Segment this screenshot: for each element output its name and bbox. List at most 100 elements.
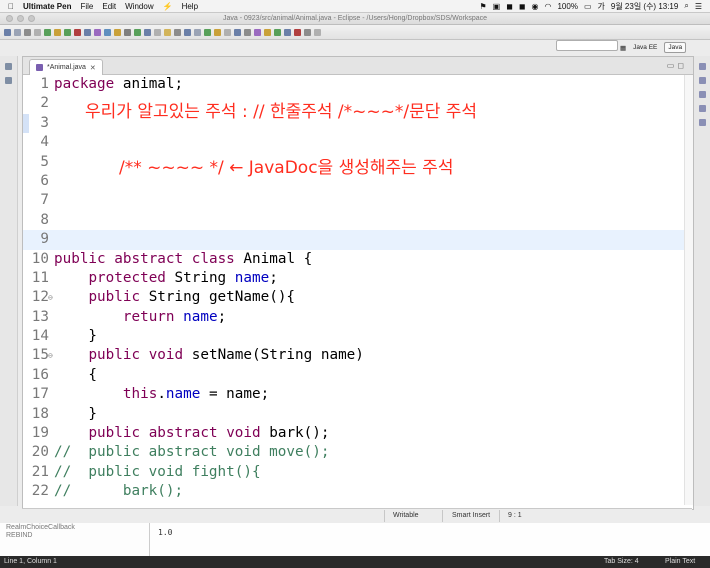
toolbar-button-icon[interactable] [184,28,191,36]
toolbar-button-icon[interactable] [214,28,221,36]
code-line[interactable]: 22 // bark(); [23,482,685,501]
minimize-window-button[interactable] [17,15,24,22]
window-controls [6,15,35,22]
toolbar-button-icon[interactable] [194,28,201,36]
toolbar-button-icon[interactable] [284,28,291,36]
code-line[interactable]: 21 // public void fight(){ [23,463,685,482]
vertical-scrollbar[interactable] [684,75,693,505]
menu-window[interactable]: Window [125,2,153,11]
code-line[interactable]: 1 package animal; [23,75,685,94]
code-line[interactable]: 7 [23,191,685,210]
toolbar-button-icon[interactable] [234,28,241,36]
minimize-icon[interactable]: ▭ [667,61,678,70]
code-line[interactable]: 15 ⊖ public void setName(String name) [23,346,685,365]
code-line[interactable]: 17 this.name = name; [23,385,685,404]
toolbar-button-icon[interactable] [294,28,301,36]
toolbar-button-icon[interactable] [144,28,151,36]
toolbar-button-icon[interactable] [154,28,161,36]
code-line[interactable]: 8 [23,211,685,230]
toolbar-button-icon[interactable] [244,28,251,36]
code-line[interactable]: 16 { [23,366,685,385]
code-line[interactable]: 19 public abstract void bark(); [23,424,685,443]
status-icon[interactable]: ▣ [493,2,501,11]
toolbar-button-icon[interactable] [134,28,141,36]
fold-toggle-icon[interactable]: ⊖ [48,346,53,365]
code-line[interactable]: 9 [23,230,685,250]
code-line[interactable]: 10 public abstract class Animal { [23,250,685,269]
package-explorer-icon[interactable] [5,63,12,70]
menu-help[interactable]: Help [182,2,198,11]
menu-clock[interactable]: 9월 23일 (수) 13:19 [611,1,678,12]
menu-file[interactable]: File [80,2,93,11]
input-source-icon[interactable]: 가 [598,1,605,12]
outline-icon[interactable] [698,63,706,70]
problems-icon[interactable] [698,91,706,98]
status-icon[interactable]: ◼ [519,2,526,11]
toolbar-button-icon[interactable] [64,28,71,36]
toolbar-button-icon[interactable] [94,28,101,36]
line-number: 10 [31,250,49,267]
console-icon[interactable] [698,105,706,112]
tab-size-indicator[interactable]: Tab Size: 4 [604,558,639,565]
open-perspective-icon[interactable]: ▦ [620,44,626,52]
background-statusbar: Line 1, Column 1 Tab Size: 4 Plain Text [0,556,710,568]
code-area[interactable]: 1 package animal; 2 3 4 5 6 7 8 9 10 public abstrac… [23,75,685,505]
code-line[interactable]: 12 ⊖ public String getName(){ [23,288,685,307]
quick-access-input[interactable] [556,40,618,51]
fold-toggle-icon[interactable]: ⊖ [48,288,53,307]
toolbar-button-icon[interactable] [4,28,11,36]
toolbar-button-icon[interactable] [114,28,121,36]
perspective-java[interactable]: Java [664,42,687,53]
battery-icon[interactable]: ▭ [584,2,592,11]
toolbar-button-icon[interactable] [124,28,131,36]
status-icon[interactable]: ◼ [506,2,513,11]
code-line[interactable]: 14 } [23,327,685,346]
search-icon[interactable]: ⌕ [684,1,688,11]
toolbar-button-icon[interactable] [34,28,41,36]
apple-icon[interactable]:  [8,2,14,11]
wifi-icon[interactable]: ◠ [545,2,552,11]
toolbar-button-icon[interactable] [14,28,21,36]
close-tab-icon[interactable]: ✕ [90,64,96,72]
maximize-icon[interactable]: ◻ [677,61,687,70]
toolbar-button-icon[interactable] [304,28,311,36]
status-insert-mode[interactable]: Smart Insert [452,512,490,519]
toolbar-button-icon[interactable] [164,28,171,36]
code-line[interactable]: 18 } [23,405,685,424]
toolbar-button-icon[interactable] [274,28,281,36]
status-icon[interactable]: ⚑ [480,2,487,11]
zoom-window-button[interactable] [28,15,35,22]
tab-animal-java[interactable]: *Animal.java ✕ [29,59,103,75]
java-file-icon [36,64,43,71]
toolbar-button-icon[interactable] [104,28,111,36]
toolbar-button-icon[interactable] [84,28,91,36]
handwritten-annotation: /** ~~~~ */ ← JavaDoc을 생성해주는 주석 [119,158,454,178]
syntax-indicator[interactable]: Plain Text [665,558,695,565]
toolbar-button-icon[interactable] [74,28,81,36]
code-line[interactable]: 13 return name; [23,308,685,327]
menu-edit[interactable]: Edit [102,2,116,11]
toolbar-button-icon[interactable] [314,28,321,36]
toolbar-button-icon[interactable] [44,28,51,36]
toolbar-button-icon[interactable] [24,28,31,36]
status-icon[interactable]: ◉ [532,2,539,11]
toolbar-button-icon[interactable] [174,28,181,36]
lightning-icon[interactable]: ⚡ [163,2,173,11]
notification-icon[interactable]: ☰ [695,2,702,11]
close-window-button[interactable] [6,15,13,22]
hierarchy-icon[interactable] [5,77,12,84]
code-line[interactable]: 4 [23,133,685,152]
battery-percent[interactable]: 100% [557,2,577,11]
code-line[interactable]: 20 // public abstract void move(); [23,443,685,462]
task-list-icon[interactable] [698,77,706,84]
perspective-java-ee[interactable]: Java EE [629,42,661,53]
toolbar-button-icon[interactable] [224,28,231,36]
code-line[interactable]: 11 protected String name; [23,269,685,288]
toolbar-button-icon[interactable] [254,28,261,36]
menu-app-name[interactable]: Ultimate Pen [23,2,71,11]
toolbar-button-icon[interactable] [54,28,61,36]
javadoc-icon[interactable] [698,119,706,126]
toolbar-button-icon[interactable] [204,28,211,36]
toolbar-button-icon[interactable] [264,28,271,36]
